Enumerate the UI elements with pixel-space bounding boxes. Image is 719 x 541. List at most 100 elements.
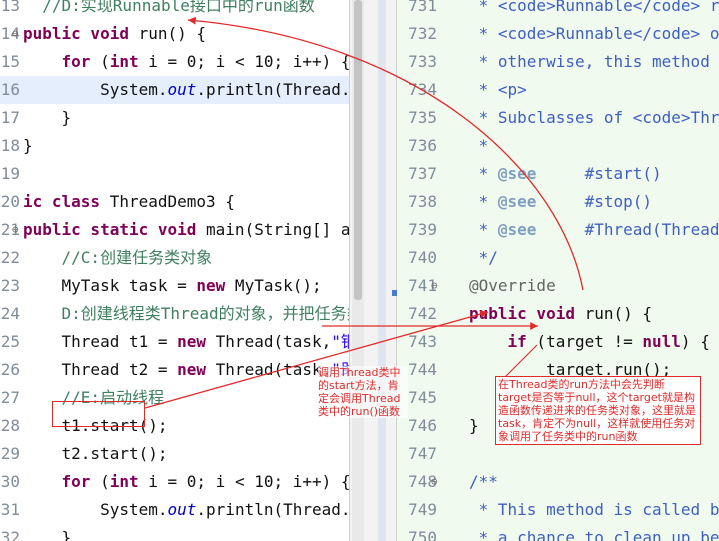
code-text: * This method is called by t [469, 496, 719, 524]
left-code-line[interactable]: 17 } [0, 104, 349, 132]
code-text: MyTask task = new MyTask(); [23, 272, 322, 300]
left-code-line[interactable]: 22 //C:创建任务类对象 [0, 244, 349, 272]
line-number: 737 [408, 164, 437, 183]
left-code-line[interactable]: 19 [0, 160, 349, 188]
right-code-line[interactable]: 748 ⊖/** [397, 468, 719, 496]
overview-ruler[interactable] [378, 0, 386, 541]
left-code-editor[interactable]: 13 //D:实现Runnable接口中的run函数 14 ⊖ public void… [0, 0, 349, 541]
code-text: * <code>Runnable</code> obje [469, 20, 719, 48]
right-code-line[interactable]: 737 * @see #start() [397, 160, 719, 188]
right-code-editor[interactable]: 731 * <code>Runnable</code> run 732 * <co… [397, 0, 719, 541]
code-text: @Override [469, 272, 556, 300]
fold-toggle-icon[interactable]: ⊖ [431, 272, 438, 300]
left-code-line[interactable]: 32 } [0, 524, 349, 541]
left-code-line[interactable]: 23 MyTask task = new MyTask(); [0, 272, 349, 300]
code-token: public void [469, 304, 585, 323]
line-number: 31 [0, 500, 20, 519]
code-text: * [469, 132, 489, 160]
fold-toggle-icon[interactable]: ⊖ [12, 20, 19, 48]
right-code-line[interactable]: 742 public void run() { [397, 300, 719, 328]
right-code-line[interactable]: 750 * a chance to clean up befor [397, 524, 719, 541]
code-text: * @see #stop() [469, 188, 652, 216]
left-code-line[interactable]: 16 System.out.println(Thread.currentT [0, 76, 349, 104]
left-code-line[interactable]: 31 System.out.println(Thread.current [0, 496, 349, 524]
code-text: //D:实现Runnable接口中的run函数 [23, 0, 315, 20]
line-number: 745 [408, 388, 437, 407]
code-token: } [23, 108, 72, 127]
code-text: if (target != null) { [469, 328, 710, 356]
line-number: 743 [408, 332, 437, 351]
code-token: t2.start(); [23, 444, 168, 463]
code-token: public void [23, 24, 139, 43]
left-code-line[interactable]: 25 Thread t1 = new Thread(task,"钢哥"); [0, 328, 349, 356]
code-token: #Thread(ThreadGro [584, 220, 719, 239]
code-token: (target != [526, 332, 643, 351]
line-number: 747 [408, 444, 437, 463]
code-token: * [469, 136, 489, 155]
left-code-line[interactable]: 14 ⊖ public void run() { [0, 20, 349, 48]
line-number: 24 [0, 304, 20, 323]
code-token: D:创建线程类Thread的对象，并把任务类对象作为参数 [61, 304, 349, 323]
code-token: * <code>Runnable</code> run [469, 0, 719, 15]
code-text: } [469, 412, 479, 440]
right-code-line[interactable]: 736 * [397, 132, 719, 160]
left-code-line[interactable]: 15 for (int i = 0; i < 10; i++) { [0, 48, 349, 76]
right-code-line[interactable]: 749 * This method is called by t [397, 496, 719, 524]
code-token: new [177, 332, 207, 351]
fold-toggle-icon[interactable]: ⊖ [431, 468, 438, 496]
code-text: /** [469, 468, 498, 496]
left-code-line[interactable]: 21⊖public static void main(String[] args… [0, 216, 349, 244]
code-token: ThreadDemo3 { [109, 192, 235, 211]
code-text: t2.start(); [23, 440, 168, 468]
left-code-line[interactable]: 13 //D:实现Runnable接口中的run函数 [0, 0, 349, 20]
code-token: out [167, 500, 197, 519]
right-code-line[interactable]: 741 ⊖ @Override [397, 272, 719, 300]
right-code-line[interactable]: 733 * otherwise, this method doe [397, 48, 719, 76]
line-number: 732 [408, 24, 437, 43]
code-text: } [23, 104, 72, 132]
right-code-line[interactable]: 734 * <p> [397, 76, 719, 104]
code-text: * Subclasses of <code>Thread [469, 104, 719, 132]
line-number: 20 [0, 192, 20, 211]
code-token: * [469, 164, 498, 183]
right-code-line[interactable]: 735 * Subclasses of <code>Thread [397, 104, 719, 132]
code-token: ) { [680, 332, 710, 351]
code-token: * [469, 192, 498, 211]
code-text: for (int i = 0; i < 10; i++) { [23, 48, 349, 76]
code-token: ( [90, 52, 110, 71]
code-token: ic class [23, 192, 110, 211]
code-token: } [469, 416, 479, 435]
code-token: } [23, 528, 72, 541]
left-editor-scrollbar-thumb[interactable] [354, 0, 362, 300]
left-code-line[interactable]: 24 D:创建线程类Thread的对象，并把任务类对象作为参数 [0, 300, 349, 328]
right-code-line[interactable]: 732 * <code>Runnable</code> obje [397, 20, 719, 48]
code-token: * a chance to clean up befor [478, 528, 719, 541]
left-code-line[interactable]: 20 ic class ThreadDemo3 { [0, 188, 349, 216]
code-token: * <code>Runnable</code> obje [478, 24, 719, 43]
code-token: run() { [138, 24, 207, 43]
t1-start-highlight-box [52, 401, 145, 427]
left-code-line[interactable]: 30 for (int i = 0; i < 10; i++) { [0, 468, 349, 496]
right-code-line[interactable]: 740 */ [397, 244, 719, 272]
code-token: MyTask task = [23, 276, 197, 295]
right-code-line[interactable]: 731 * <code>Runnable</code> run [397, 0, 719, 20]
code-token: */ [469, 248, 498, 267]
left-code-line[interactable]: 26 Thread t2 = new Thread(task,"助教"); [0, 356, 349, 384]
right-code-line[interactable]: 738 * @see #stop() [397, 188, 719, 216]
code-token: } [23, 136, 33, 155]
left-code-line[interactable]: 18} [0, 132, 349, 160]
code-token: * <p> [469, 80, 527, 99]
code-token: ( [90, 472, 110, 491]
fold-toggle-icon[interactable]: ⊖ [12, 216, 19, 244]
line-number: 13 [0, 0, 20, 15]
left-code-line[interactable]: 29 t2.start(); [0, 440, 349, 468]
line-number: 742 [408, 304, 437, 323]
line-number: 29 [0, 444, 20, 463]
code-text: Thread t2 = new Thread(task,"助教"); [23, 356, 349, 384]
code-token: @see [497, 164, 537, 183]
code-text: * <p> [469, 76, 527, 104]
right-code-line[interactable]: 739 * @see #Thread(ThreadGro [397, 216, 719, 244]
code-text: * a chance to clean up befor [469, 524, 719, 541]
right-code-line[interactable]: 743 if (target != null) { [397, 328, 719, 356]
